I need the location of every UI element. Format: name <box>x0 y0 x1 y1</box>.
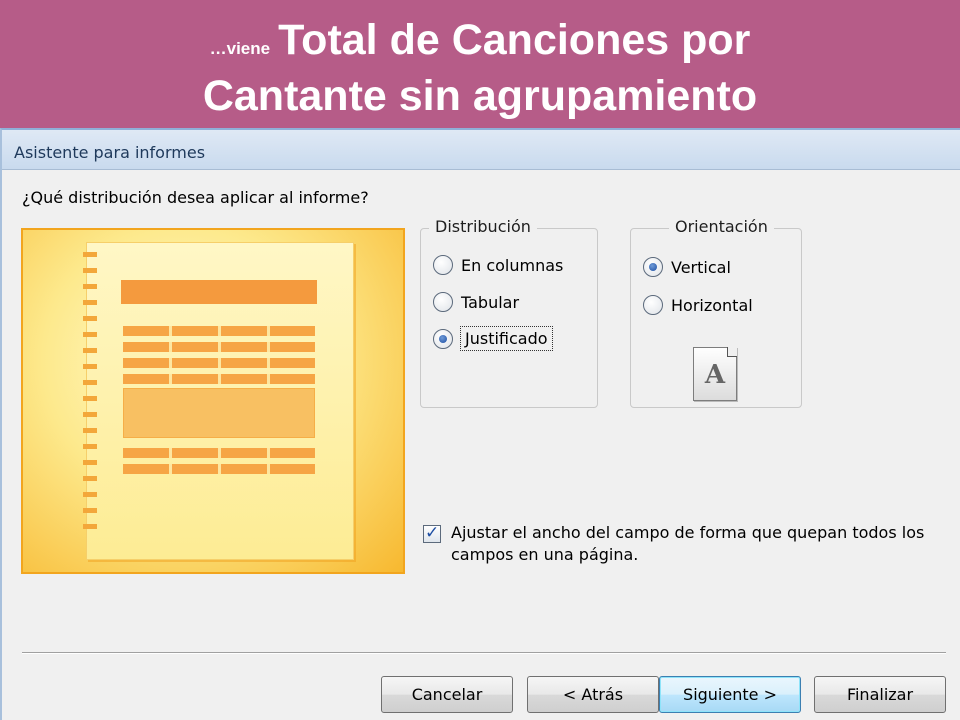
distribution-group-label: Distribución <box>429 217 537 236</box>
portrait-page-icon-letter: A <box>704 360 726 390</box>
radio-button[interactable] <box>433 292 453 312</box>
dialog-titlebar[interactable]: Asistente para informes <box>2 130 960 170</box>
orientation-group: Orientación Vertical Horizontal A <box>630 217 802 408</box>
report-wizard-dialog: Asistente para informes ¿Qué distribució… <box>0 128 960 720</box>
finish-button[interactable]: Finalizar <box>814 676 946 713</box>
radio-label: Justificado <box>460 326 553 351</box>
radio-label: En columnas <box>461 255 564 275</box>
cancel-button[interactable]: Cancelar <box>381 676 513 713</box>
fit-fields-checkbox[interactable]: ✓ <box>423 523 441 543</box>
distribution-group: Distribución En columnas Tabular Justifi… <box>420 217 598 408</box>
portrait-page-icon: A <box>693 347 737 401</box>
layout-question: ¿Qué distribución desea aplicar al infor… <box>22 188 369 207</box>
check-icon: ✓ <box>425 523 440 543</box>
radio-label: Vertical <box>671 257 731 277</box>
radio-label: Tabular <box>461 292 520 312</box>
next-button[interactable]: Siguiente > <box>659 676 801 713</box>
radio-justificado[interactable]: Justificado <box>433 326 553 351</box>
radio-button-checked[interactable] <box>643 257 663 277</box>
radio-tabular[interactable]: Tabular <box>433 292 519 312</box>
radio-label: Horizontal <box>671 295 753 315</box>
slide-title-prefix: …viene <box>209 39 271 58</box>
fit-fields-checkbox-row[interactable]: ✓ Ajustar el ancho del campo de forma qu… <box>423 522 943 566</box>
slide-title-line1: …viene Total de Canciones por <box>0 14 960 75</box>
fit-fields-label: Ajustar el ancho del campo de forma que … <box>451 522 924 566</box>
slide-title-main: Total de Canciones por <box>278 16 751 64</box>
radio-horizontal[interactable]: Horizontal <box>643 295 753 315</box>
radio-en-columnas[interactable]: En columnas <box>433 255 563 275</box>
radio-button[interactable] <box>643 295 663 315</box>
radio-vertical[interactable]: Vertical <box>643 257 731 277</box>
back-button[interactable]: < Atrás <box>527 676 659 713</box>
fit-fields-label-line1: Ajustar el ancho del campo de forma que … <box>451 523 925 542</box>
orientation-group-label: Orientación <box>669 217 774 236</box>
fit-fields-label-line2: campos en una página. <box>451 545 639 564</box>
radio-button[interactable] <box>433 255 453 275</box>
slide-title: …viene Total de Canciones por Cantante si… <box>0 0 960 128</box>
layout-preview-image <box>21 228 405 574</box>
slide-title-line2: Cantante sin agrupamiento <box>202 72 758 120</box>
separator-line <box>22 652 946 654</box>
dialog-title: Asistente para informes <box>14 143 206 162</box>
radio-button-checked[interactable] <box>433 328 453 349</box>
